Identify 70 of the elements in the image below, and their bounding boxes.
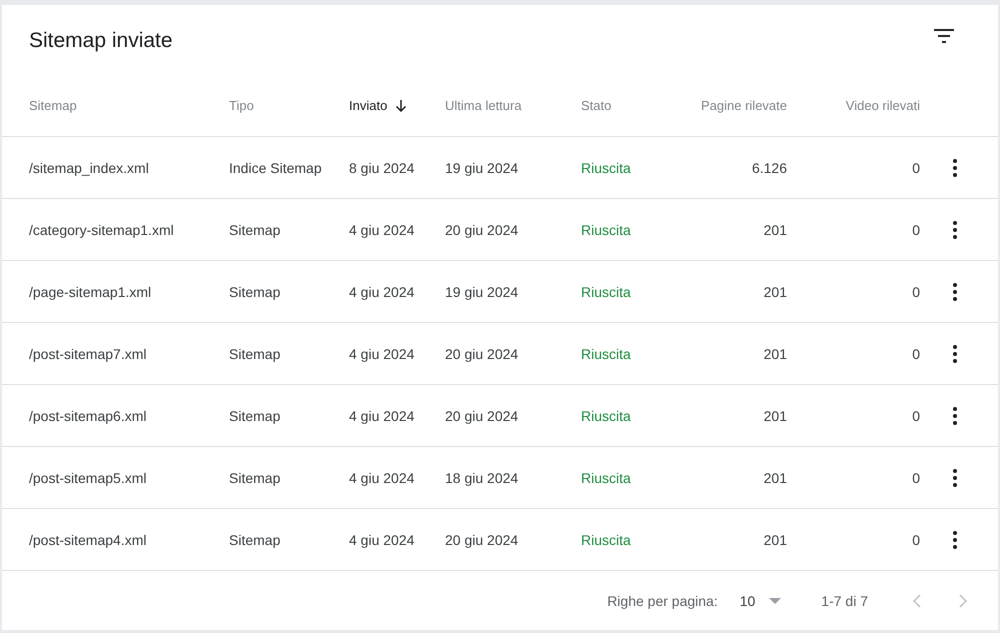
status-text: Riuscita [581,160,632,176]
more-options-icon[interactable] [953,468,957,486]
table-cell-text: 20 giu 2024 [445,346,520,362]
table-cell-text: 0 [911,346,920,362]
more-options-icon[interactable] [953,530,957,548]
table-cell-text: 4 giu 2024 [349,408,416,424]
table-cell-text: Sitemap [229,346,282,362]
column-header[interactable]: Sitemap [29,98,229,113]
status-text: Riuscita [581,470,632,486]
table-cell-text: Sitemap [229,222,282,238]
table-cell-text: 201 [762,222,787,238]
status-text: Riuscita [581,408,632,424]
table-cell-text: 8 giu 2024 [349,160,416,176]
table-cell-text: Sitemap [229,532,282,548]
more-options-icon[interactable] [953,158,957,176]
column-header[interactable]: Ultima lettura [445,98,581,113]
more-options-icon[interactable] [953,282,957,300]
column-header[interactable]: Stato [581,98,671,113]
table-cell-text: 20 giu 2024 [445,532,520,548]
table-cell-text: 0 [911,284,920,300]
more-options-icon[interactable] [953,406,957,424]
table-cell-text: /page-sitemap1.xml [29,284,152,300]
caret-icon [769,598,782,604]
table-cell-text: 0 [911,470,920,486]
sort-arrow-icon [395,100,408,112]
column-header[interactable]: Inviato [349,98,445,113]
table-cell-text: /post-sitemap7.xml [29,346,148,362]
table-cell-text: 4 giu 2024 [349,346,416,362]
column-header[interactable]: Tipo [229,98,349,113]
table-cell-text: Sitemap [229,284,282,300]
table-cell-text: /category-sitemap1.xml [29,222,175,238]
table-cell-text: 201 [762,470,787,486]
table-cell-text: 20 giu 2024 [445,408,520,424]
table-cell-text: Sitemap [229,408,282,424]
table-cell-text: 20 giu 2024 [445,222,520,238]
status-text: Riuscita [581,222,632,238]
table-cell-text: /post-sitemap5.xml [29,470,148,486]
table-cell-text: Indice Sitemap [229,160,323,176]
table-cell-text: /post-sitemap4.xml [29,532,148,548]
more-options-icon[interactable] [953,220,957,238]
table-cell-text: 6.126 [750,160,787,176]
column-header[interactable]: Video rilevati [787,98,920,113]
table-cell-text: /sitemap_index.xml [29,160,150,176]
table-cell-text: 4 giu 2024 [349,222,416,238]
table-cell-text: 201 [762,346,787,362]
table-cell-text: 0 [911,532,920,548]
card-title: Sitemap inviate [29,29,173,53]
table-cell-text: 19 giu 2024 [445,284,520,300]
status-text: Riuscita [581,346,632,362]
status-text: Riuscita [581,532,632,548]
table-cell-text: 0 [911,408,920,424]
table-cell-text: 4 giu 2024 [349,284,416,300]
table-cell-text: 201 [762,532,787,548]
table-cell-text: 4 giu 2024 [349,470,416,486]
filter-icon[interactable] [934,29,954,43]
column-header[interactable]: Pagine rilevate [671,98,787,113]
page-range: 1-7 di 7 [821,592,868,608]
table-cell-text: Sitemap [229,470,282,486]
table-cell-text: 19 giu 2024 [445,160,520,176]
status-text: Riuscita [581,284,632,300]
rows-per-page-dropdown[interactable]: 10 [740,592,782,608]
table-cell-text: /post-sitemap6.xml [29,408,148,424]
more-options-icon[interactable] [953,344,957,362]
table-cell-text: 0 [911,160,920,176]
table-cell-text: 0 [911,222,920,238]
table-cell-text: 18 giu 2024 [445,470,520,486]
rows-per-page-label: Righe per pagina: [607,592,718,608]
table-cell-text: 4 giu 2024 [349,532,416,548]
table-cell-text: 201 [762,408,787,424]
table-cell-text: 201 [762,284,787,300]
